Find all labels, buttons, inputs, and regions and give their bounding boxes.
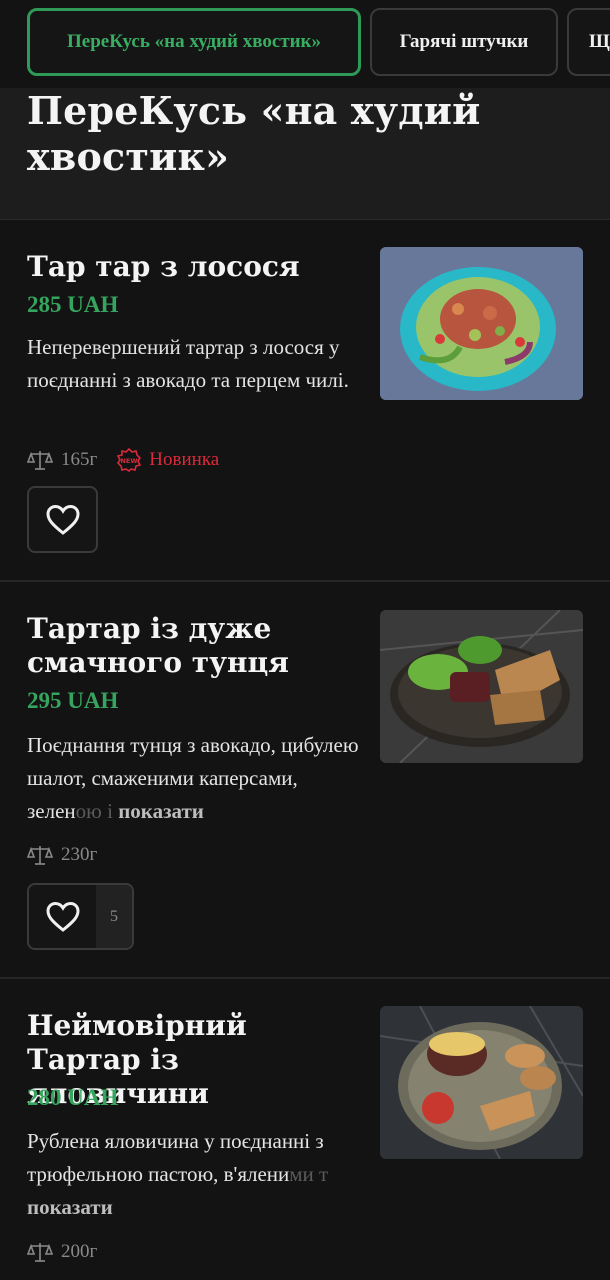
item-meta: 230г bbox=[27, 844, 97, 866]
scale-icon bbox=[27, 451, 53, 470]
item-description-fade: ою і bbox=[75, 799, 113, 823]
item-photo-tuna-tartare bbox=[380, 610, 583, 763]
tab-hot[interactable]: Гарячі штучки bbox=[370, 8, 558, 76]
item-weight: 165г bbox=[61, 449, 98, 470]
tab-perekus[interactable]: ПереКусь «на худий хвостик» bbox=[27, 8, 361, 76]
item-description-text: Рублена яловичина у поєднанні з трюфельн… bbox=[27, 1129, 324, 1186]
item-weight: 200г bbox=[61, 1241, 98, 1262]
item-meta: 200г bbox=[27, 1241, 97, 1263]
item-photo-beef-tartare bbox=[380, 1006, 583, 1159]
new-badge-icon: NEW bbox=[117, 448, 142, 472]
item-weight: 230г bbox=[61, 844, 98, 865]
item-price: 285 UAH bbox=[27, 292, 119, 317]
menu-item: Тартар із дуже смачного тунця 295 UAH По… bbox=[0, 582, 610, 979]
favorite-button[interactable] bbox=[27, 486, 98, 553]
new-badge-label: Новинка bbox=[149, 449, 220, 470]
category-tabs: ПереКусь «на худий хвостик» Гарячі штучк… bbox=[27, 8, 610, 76]
heart-icon bbox=[29, 488, 96, 551]
menu-item: Неймовірний Тартар із яловичини 280 UAH … bbox=[0, 979, 610, 1280]
item-description: Неперевершений тартар з лосося у поєднан… bbox=[27, 335, 349, 392]
show-more-link[interactable]: показати bbox=[27, 1195, 113, 1219]
scale-icon bbox=[27, 1243, 53, 1262]
show-more-link[interactable]: показати bbox=[118, 799, 204, 823]
item-description: Поєднання тунця з авокадо, цибулею шалот… bbox=[27, 729, 362, 828]
section-header: ПереКусь «на худий хвостик» bbox=[0, 88, 610, 220]
item-description: Рублена яловичина у поєднанні з трюфельн… bbox=[27, 1125, 362, 1224]
heart-icon bbox=[29, 885, 96, 948]
favorite-count: 5 bbox=[96, 885, 132, 948]
item-description-fade: ми т bbox=[289, 1162, 329, 1186]
item-price: 295 UAH bbox=[27, 688, 119, 713]
menu-item: Тар тар з лосося 285 UAH Неперевершений … bbox=[0, 220, 610, 582]
item-name: Тартар із дуже смачного тунця bbox=[27, 612, 289, 679]
item-photo-salmon-tartare bbox=[380, 247, 583, 400]
tab-next[interactable]: Щ bbox=[567, 8, 610, 76]
section-title: ПереКусь «на худий хвостик» bbox=[27, 88, 481, 179]
item-price: 280 UAH bbox=[27, 1085, 119, 1110]
new-badge: NEW Новинка bbox=[117, 448, 219, 472]
item-name: Тар тар з лосося bbox=[27, 250, 300, 283]
new-badge-icon-text: NEW bbox=[121, 457, 138, 465]
favorite-button[interactable]: 5 bbox=[27, 883, 134, 950]
item-meta: 165г NEW Новинка bbox=[27, 448, 219, 472]
scale-icon bbox=[27, 846, 53, 865]
